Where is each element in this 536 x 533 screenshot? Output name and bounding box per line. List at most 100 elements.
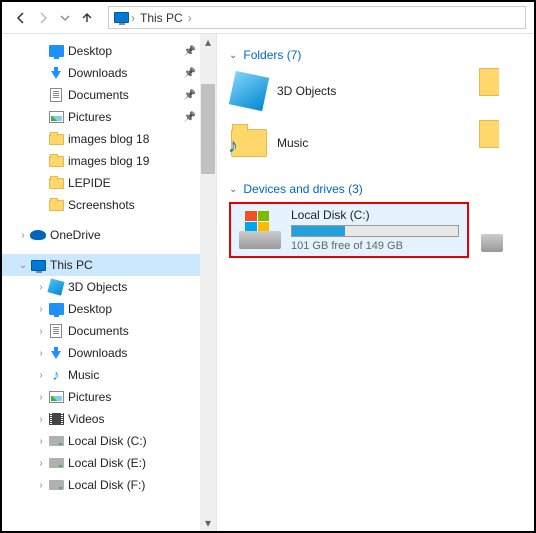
nav-item-documents[interactable]: ›Documents — [2, 320, 216, 342]
folder-tile-music[interactable]: Music — [229, 120, 469, 166]
scroll-up-icon[interactable]: ▴ — [200, 34, 216, 50]
nav-item-local-disk-e-[interactable]: › Local Disk (E:) — [2, 452, 216, 474]
nav-item-label: Documents — [68, 88, 129, 102]
folder-icon — [48, 175, 64, 191]
nav-item-downloads[interactable]: › Downloads — [2, 342, 216, 364]
nav-item-label: Local Disk (E:) — [68, 456, 146, 470]
nav-item-images-blog-18[interactable]: images blog 18 — [2, 128, 216, 150]
nav-item-onedrive[interactable]: › OneDrive — [2, 224, 216, 246]
expand-icon[interactable]: › — [34, 304, 48, 315]
expand-icon[interactable]: › — [34, 414, 48, 425]
nav-item-videos[interactable]: ›Videos — [2, 408, 216, 430]
drive-free-text: 101 GB free of 149 GB — [291, 240, 459, 252]
scrollbar[interactable]: ▴ ▾ — [200, 34, 216, 531]
down-icon — [48, 345, 64, 361]
expand-icon[interactable]: › — [34, 326, 48, 337]
tile-label: 3D Objects — [277, 84, 336, 98]
nav-item-desktop[interactable]: Desktop 📌 — [2, 40, 216, 62]
nav-item-lepide[interactable]: LEPIDE — [2, 172, 216, 194]
expand-icon[interactable]: › — [34, 370, 48, 381]
nav-item-music[interactable]: ›♪Music — [2, 364, 216, 386]
nav-item-label: Music — [68, 368, 99, 382]
drive-tile-partial[interactable] — [481, 208, 503, 252]
nav-item-label: Desktop — [68, 44, 112, 58]
back-button[interactable] — [10, 7, 32, 29]
tile-label: Music — [277, 136, 308, 150]
monitor-icon — [30, 257, 46, 273]
drive-icon — [239, 211, 281, 249]
expand-icon[interactable]: ⌄ — [16, 260, 30, 271]
nav-item-3d-objects[interactable]: › 3D Objects — [2, 276, 216, 298]
chevron-right-icon: › — [186, 11, 194, 25]
section-label: Folders (7) — [243, 48, 301, 62]
devices-section-header[interactable]: ⌄ Devices and drives (3) — [229, 182, 528, 196]
video-icon — [48, 411, 64, 427]
nav-item-label: Desktop — [68, 302, 112, 316]
nav-item-screenshots[interactable]: Screenshots — [2, 194, 216, 216]
folder-tile-3d-objects[interactable]: 3D Objects — [229, 68, 469, 114]
3d-icon — [48, 279, 64, 295]
pin-icon: 📌 — [184, 46, 196, 57]
nav-item-label: images blog 18 — [68, 132, 149, 146]
address-bar[interactable]: › This PC › — [108, 6, 526, 29]
section-label: Devices and drives (3) — [243, 182, 362, 196]
drive-icon — [48, 477, 64, 493]
folder-icon — [48, 197, 64, 213]
expand-icon[interactable]: › — [34, 348, 48, 359]
expand-icon[interactable]: › — [16, 230, 30, 241]
breadcrumb-segment[interactable]: This PC — [137, 11, 186, 25]
nav-item-desktop[interactable]: › Desktop — [2, 298, 216, 320]
recent-dropdown[interactable] — [54, 7, 76, 29]
doc-icon — [48, 87, 64, 103]
expand-icon[interactable]: › — [34, 282, 48, 293]
nav-item-label: Local Disk (F:) — [68, 478, 145, 492]
expand-icon[interactable]: › — [34, 458, 48, 469]
chevron-right-icon: › — [129, 11, 137, 25]
nav-item-label: images blog 19 — [68, 154, 149, 168]
capacity-bar — [291, 225, 459, 237]
folders-section-header[interactable]: ⌄ Folders (7) — [229, 48, 528, 62]
scroll-down-icon[interactable]: ▾ — [200, 515, 216, 531]
nav-item-this-pc[interactable]: ⌄ This PC — [2, 254, 216, 276]
nav-item-label: OneDrive — [50, 228, 101, 242]
expand-icon[interactable]: › — [34, 480, 48, 491]
nav-item-local-disk-c-[interactable]: › Local Disk (C:) — [2, 430, 216, 452]
onedrive-icon — [30, 227, 46, 243]
nav-item-label: This PC — [50, 258, 93, 272]
expand-icon[interactable]: › — [34, 436, 48, 447]
nav-item-label: Screenshots — [68, 198, 135, 212]
nav-item-images-blog-19[interactable]: images blog 19 — [2, 150, 216, 172]
drive-icon — [48, 433, 64, 449]
music-folder-icon — [229, 123, 269, 163]
nav-item-label: Downloads — [68, 346, 127, 360]
nav-item-label: Local Disk (C:) — [68, 434, 147, 448]
nav-tree: Desktop 📌 Downloads📌 Documents 📌 Pictures📌 ima… — [2, 34, 217, 531]
down-icon — [48, 65, 64, 81]
pic-icon — [48, 109, 64, 125]
nav-item-downloads[interactable]: Downloads📌 — [2, 62, 216, 84]
desktop-icon — [48, 301, 64, 317]
folder-tile-partial[interactable] — [469, 120, 499, 166]
folder-icon — [48, 153, 64, 169]
forward-button[interactable] — [32, 7, 54, 29]
nav-item-label: LEPIDE — [68, 176, 111, 190]
toolbar: › This PC › — [2, 2, 534, 34]
pin-icon: 📌 — [184, 90, 196, 101]
drive-icon — [48, 455, 64, 471]
doc-icon — [48, 323, 64, 339]
nav-item-local-disk-f-[interactable]: › Local Disk (F:) — [2, 474, 216, 496]
nav-item-documents[interactable]: Documents 📌 — [2, 84, 216, 106]
folder-icon — [48, 131, 64, 147]
expand-icon[interactable]: › — [34, 392, 48, 403]
chevron-down-icon: ⌄ — [229, 184, 237, 195]
up-button[interactable] — [76, 7, 98, 29]
nav-item-label: Downloads — [68, 66, 127, 80]
folder-tile-partial[interactable] — [469, 68, 499, 114]
monitor-icon — [113, 10, 129, 26]
drive-tile-local-disk-c[interactable]: Local Disk (C:) 101 GB free of 149 GB — [229, 202, 469, 258]
nav-item-pictures[interactable]: Pictures📌 — [2, 106, 216, 128]
scroll-thumb[interactable] — [201, 84, 215, 174]
nav-item-label: 3D Objects — [68, 280, 127, 294]
nav-item-pictures[interactable]: ›Pictures — [2, 386, 216, 408]
nav-item-label: Pictures — [68, 110, 111, 124]
